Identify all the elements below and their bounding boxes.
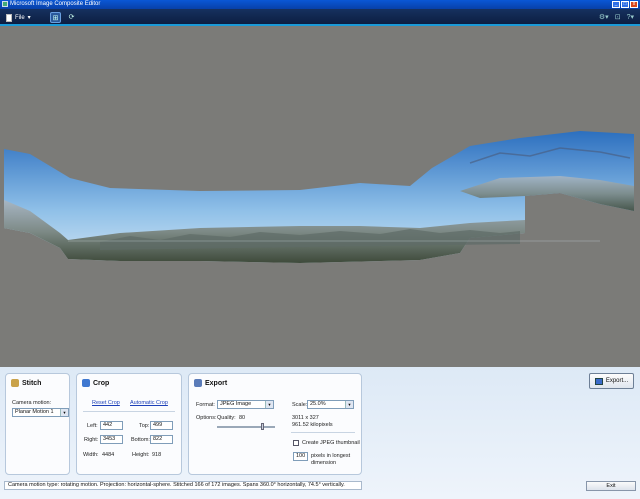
quality-label: Quality:	[217, 415, 236, 421]
quality-value: 80	[239, 415, 246, 421]
status-bar: Camera motion type: rotating motion. Pro…	[4, 481, 362, 490]
stitch-title: Stitch	[22, 379, 42, 387]
document-icon	[6, 13, 12, 22]
format-select[interactable]: JPEG Image ▼	[217, 400, 274, 409]
settings-icon[interactable]: ⚙▾	[599, 12, 609, 23]
export-panel: Export Format: JPEG Image ▼ Options: Qua…	[188, 373, 362, 475]
pixels-label-1: pixels in longest	[311, 453, 351, 459]
chevron-down-icon: ▼	[265, 401, 273, 408]
crop-panel-title: Crop	[82, 379, 109, 387]
minimize-button[interactable]: _	[612, 1, 620, 8]
quality-slider-track	[217, 426, 275, 428]
camera-motion-select[interactable]: Planar Motion 1 ▼	[12, 408, 69, 417]
camera-motion-value: Planar Motion 1	[15, 409, 54, 415]
scale-label: Scale:	[292, 402, 308, 408]
divider	[291, 432, 355, 433]
output-dimensions: 3011 x 327	[292, 415, 319, 421]
export-disk-icon	[594, 377, 603, 385]
format-value: JPEG Image	[220, 401, 252, 407]
crop-title: Crop	[93, 379, 110, 387]
file-menu-button[interactable]: File ▾	[6, 12, 31, 23]
chevron-down-icon: ▾	[27, 15, 31, 21]
crop-bottom-input[interactable]: 822	[150, 435, 173, 444]
quality-slider-thumb[interactable]	[261, 423, 264, 430]
maximize-button[interactable]: □	[621, 1, 629, 8]
app-icon	[2, 1, 8, 7]
file-menu-label: File	[15, 14, 25, 21]
export-title: Export	[205, 379, 228, 387]
crop-right-label: Right:	[84, 437, 99, 443]
crop-top-input[interactable]: 499	[150, 421, 173, 430]
crop-left-input[interactable]: 442	[100, 421, 123, 430]
crop-width-label: Width:	[83, 452, 99, 458]
close-button[interactable]: x	[630, 1, 638, 8]
stitch-panel-title: Stitch	[11, 379, 41, 387]
jpeg-thumbnail-checkbox[interactable]	[293, 440, 299, 446]
reset-crop-link[interactable]: Reset Crop	[92, 400, 120, 406]
crop-width-value: 4484	[102, 452, 115, 458]
help-icon[interactable]: ?▾	[627, 12, 634, 23]
toolbar-right: ⚙▾ ⊡ ?▾	[599, 12, 634, 23]
exit-button[interactable]: Exit	[586, 481, 636, 491]
chevron-down-icon: ▼	[345, 401, 353, 408]
crop-height-label: Height:	[132, 452, 150, 458]
pixels-label-2: dimension	[311, 460, 337, 466]
crop-panel: Crop Reset Crop Automatic Crop Left: 442…	[76, 373, 182, 475]
export-icon	[194, 379, 202, 387]
divider	[83, 411, 175, 412]
crop-left-label: Left:	[87, 423, 98, 429]
panorama-image	[4, 131, 634, 263]
window-titlebar: Microsoft Image Composite Editor _ □ x	[0, 0, 640, 9]
window-title: Microsoft Image Composite Editor	[10, 1, 101, 7]
export-panel-title: Export	[194, 379, 227, 387]
crop-top-label: Top:	[139, 423, 150, 429]
crop-right-input[interactable]: 3453	[100, 435, 123, 444]
options-label: Options:	[196, 415, 217, 421]
stitch-icon	[11, 379, 19, 387]
format-label: Format:	[196, 402, 215, 408]
rotate-view-icon[interactable]: ⟳	[66, 12, 77, 23]
fit-view-icon[interactable]: ⊡	[615, 12, 621, 23]
jpeg-thumbnail-label: Create JPEG thumbnail	[302, 440, 360, 446]
export-button-label: Export...	[605, 378, 629, 384]
stitch-view-icon[interactable]: ⊞	[50, 12, 61, 23]
app-toolbar: File ▾ ⊞ ⟳ ⚙▾ ⊡ ?▾	[0, 9, 640, 26]
window-controls: _ □ x	[612, 1, 638, 8]
crop-bottom-label: Bottom:	[131, 437, 150, 443]
bottom-panel: Stitch Camera motion: Planar Motion 1 ▼ …	[0, 367, 640, 499]
export-button[interactable]: Export...	[589, 373, 634, 389]
scale-value: 25.0%	[310, 401, 326, 407]
stitch-panel: Stitch Camera motion: Planar Motion 1 ▼	[5, 373, 70, 475]
chevron-down-icon: ▼	[60, 409, 68, 416]
automatic-crop-link[interactable]: Automatic Crop	[130, 400, 168, 406]
scale-select[interactable]: 25.0% ▼	[307, 400, 354, 409]
crop-icon	[82, 379, 90, 387]
output-kilopixels: 961.52 kilopixels	[292, 422, 333, 428]
camera-motion-label: Camera motion:	[12, 400, 52, 406]
crop-height-value: 918	[152, 452, 162, 458]
thumbnail-size-input[interactable]: 100	[293, 452, 308, 461]
panorama-canvas[interactable]	[0, 28, 640, 367]
